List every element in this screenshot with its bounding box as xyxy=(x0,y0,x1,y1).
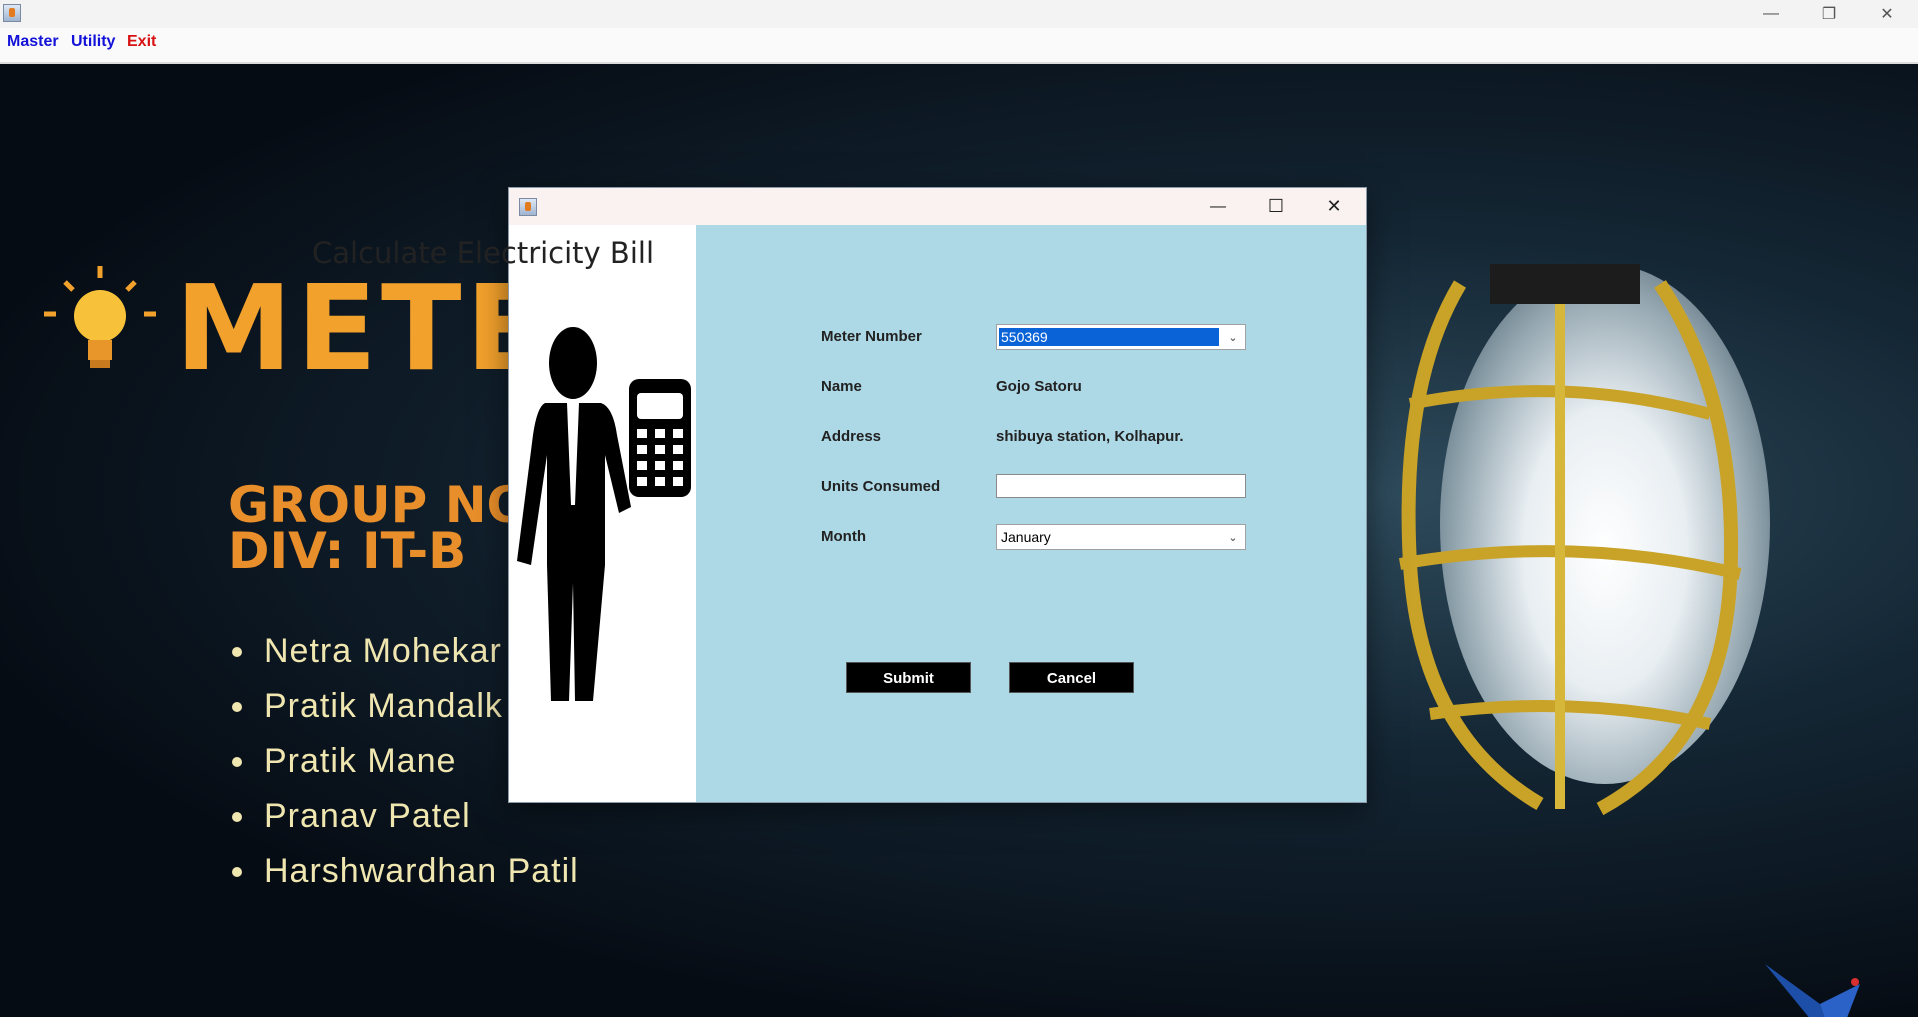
menu-master[interactable]: Master xyxy=(7,33,59,51)
restore-button[interactable]: ❐ xyxy=(1800,0,1858,28)
lamp-cage-image xyxy=(1398,264,1742,816)
dialog-close-button[interactable]: ✕ xyxy=(1305,188,1363,225)
menu-exit[interactable]: Exit xyxy=(127,33,156,51)
maximize-icon: ☐ xyxy=(1267,196,1285,216)
banner-title: METE xyxy=(175,259,551,397)
dialog-maximize-button[interactable]: ☐ xyxy=(1247,188,1305,225)
institute-logo xyxy=(1765,964,1860,1017)
close-icon: ✕ xyxy=(1326,196,1342,216)
member-item: Harshwardhan Patil xyxy=(228,844,579,899)
address-label: Address xyxy=(821,428,882,445)
division-text: DIV: IT-B xyxy=(228,522,467,580)
month-label: Month xyxy=(821,528,866,545)
units-consumed-label: Units Consumed xyxy=(821,478,941,495)
cancel-button[interactable]: Cancel xyxy=(1009,662,1134,693)
menu-utility[interactable]: Utility xyxy=(71,33,115,51)
meter-number-select[interactable]: 550369 ⌄ xyxy=(996,324,1246,350)
illustration-panel xyxy=(509,225,696,802)
java-app-icon xyxy=(3,4,21,22)
month-select[interactable]: January ⌄ xyxy=(996,524,1246,550)
java-app-icon xyxy=(519,198,537,216)
name-label: Name xyxy=(821,378,862,395)
meter-number-value: 550369 xyxy=(998,327,1220,347)
chevron-down-icon[interactable]: ⌄ xyxy=(1225,329,1241,345)
chevron-down-icon[interactable]: ⌄ xyxy=(1225,529,1241,545)
meter-number-label: Meter Number xyxy=(821,328,922,345)
minimize-icon: — xyxy=(1210,197,1226,215)
submit-button[interactable]: Submit xyxy=(846,662,971,693)
address-value: shibuya station, Kolhapur. xyxy=(996,428,1184,445)
name-value: Gojo Satoru xyxy=(996,378,1082,395)
units-consumed-input[interactable] xyxy=(996,474,1246,498)
close-icon: ✕ xyxy=(1880,6,1894,23)
month-value: January xyxy=(1001,529,1051,545)
dialog-title-bar: — ☐ ✕ xyxy=(509,188,1366,225)
man-with-calculator-image xyxy=(517,327,691,701)
minimize-button[interactable]: — xyxy=(1742,0,1800,28)
lightbulb-icon xyxy=(44,266,156,368)
minimize-icon: — xyxy=(1763,5,1779,22)
menu-bar: Master Utility Exit xyxy=(0,28,1918,64)
dialog-heading: Calculate Electricity Bill xyxy=(312,236,654,270)
close-button[interactable]: ✕ xyxy=(1858,0,1916,28)
app-title-bar: — ❐ ✕ xyxy=(0,0,1918,28)
dialog-minimize-button[interactable]: — xyxy=(1189,188,1247,225)
restore-icon: ❐ xyxy=(1821,6,1837,23)
